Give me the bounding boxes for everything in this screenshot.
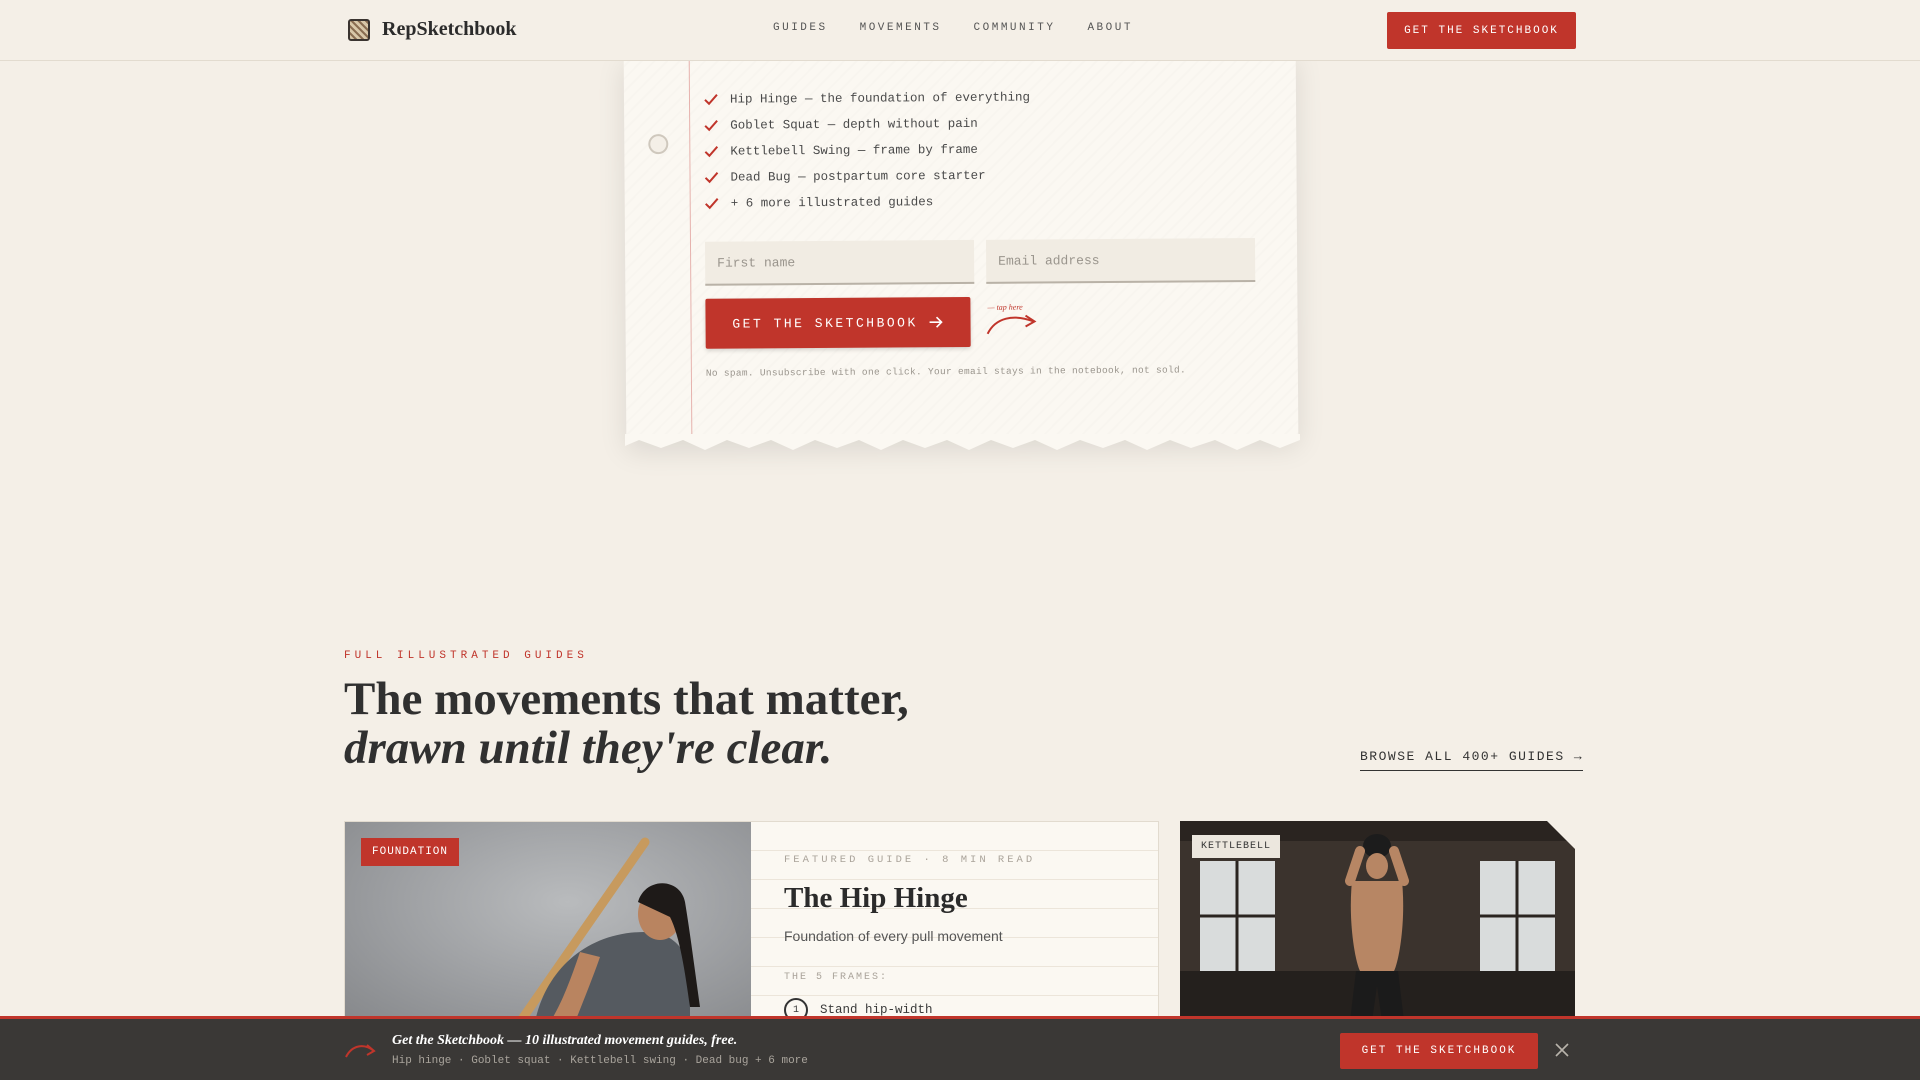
bar-title: Get the Sketchbook — 10 illustrated move… — [392, 1033, 738, 1048]
checklist-item-label: + 6 more illustrated guides — [730, 195, 934, 211]
sketchbook-icon — [348, 18, 370, 41]
top-nav: RepSketchbook GUIDES MOVEMENTS COMMUNITY… — [0, 0, 1920, 61]
get-sketchbook-label: GET THE SKETCHBOOK — [732, 314, 918, 332]
check-icon — [704, 146, 719, 158]
checklist-item-label: Dead Bug — postpartum core starter — [730, 168, 986, 185]
torn-paper-edge — [625, 434, 1300, 450]
close-icon[interactable] — [1554, 1042, 1570, 1058]
curved-arrow-icon — [345, 1044, 376, 1058]
featured-guide-body: FEATURED GUIDE · 8 MIN READ The Hip Hing… — [751, 822, 1158, 1020]
sticky-signup-bar: Get the Sketchbook — 10 illustrated move… — [0, 1016, 1920, 1080]
check-icon — [704, 120, 718, 132]
checklist-item-label: Goblet Squat — depth without pain — [730, 116, 978, 133]
check-icon — [705, 198, 719, 210]
privacy-note: No spam. Unsubscribe with one click. You… — [705, 364, 1187, 379]
hip-hinge-photo: FOUNDATION — [345, 822, 751, 1020]
checklist-item: Dead Bug — postpartum core starter — [704, 163, 1030, 191]
hand-drawn-arrow-icon — [986, 314, 1037, 335]
checklist-item: + 6 more illustrated guides — [705, 189, 1031, 217]
featured-guide-title: The Hip Hinge — [784, 882, 968, 914]
arrow-right-icon — [929, 316, 943, 328]
check-icon — [704, 94, 718, 106]
checklist-item-label: Hip Hinge — the foundation of everything — [729, 90, 1031, 107]
brand-logo[interactable]: RepSketchbook — [348, 18, 516, 41]
nav-link-guides[interactable]: GUIDES — [773, 22, 828, 34]
bar-get-sketchbook-button[interactable]: GET THE SKETCHBOOK — [1340, 1033, 1538, 1069]
foundation-tag: FOUNDATION — [361, 838, 460, 866]
section-eyebrow: FULL ILLUSTRATED GUIDES — [344, 650, 588, 662]
email-field[interactable] — [985, 237, 1256, 284]
first-name-field[interactable] — [704, 239, 975, 286]
brand-name: RepSketchbook — [382, 18, 517, 40]
nav-links: GUIDES MOVEMENTS COMMUNITY ABOUT — [773, 22, 1133, 34]
nav-link-about[interactable]: ABOUT — [1087, 22, 1133, 34]
section-headline-italic: drawn until they're clear. — [344, 722, 833, 774]
guide-checklist: Hip Hinge — the foundation of everything… — [704, 85, 1031, 217]
checklist-item: Hip Hinge — the foundation of everything — [704, 85, 1030, 113]
step-label: Stand hip-width — [820, 1003, 933, 1017]
signup-notebook-card: Hip Hinge — the foundation of everything… — [623, 47, 1299, 440]
section-headline: The movements that matter, — [344, 673, 909, 725]
nav-link-movements[interactable]: MOVEMENTS — [860, 22, 942, 34]
nav-link-community[interactable]: COMMUNITY — [974, 22, 1056, 34]
featured-guide-card[interactable]: FOUNDATION FEATURED GUIDE · 8 MIN READ T… — [344, 821, 1159, 1021]
featured-guide-subtitle: Foundation of every pull movement — [784, 928, 1003, 944]
binder-hole — [648, 134, 669, 155]
checklist-item-label: Kettlebell Swing — frame by frame — [730, 142, 978, 159]
check-icon — [704, 172, 719, 184]
get-sketchbook-button[interactable]: GET THE SKETCHBOOK — [705, 296, 971, 349]
margin-line — [688, 51, 693, 439]
checklist-item: Kettlebell Swing — frame by frame — [704, 137, 1030, 165]
browse-all-guides-link[interactable]: BROWSE ALL 400+ GUIDES → — [1360, 749, 1584, 771]
bar-subtitle: Hip hinge · Goblet squat · Kettlebell sw… — [392, 1055, 808, 1067]
kettlebell-guide-card[interactable]: KETTLEBELL — [1180, 821, 1575, 1021]
featured-guide-meta: FEATURED GUIDE · 8 MIN READ — [784, 854, 1036, 866]
folded-corner — [1547, 821, 1575, 849]
frames-label: THE 5 FRAMES: — [784, 972, 889, 983]
nav-cta-button[interactable]: GET THE SKETCHBOOK — [1387, 12, 1576, 49]
checklist-item: Goblet Squat — depth without pain — [704, 111, 1030, 139]
kettlebell-tag: KETTLEBELL — [1192, 835, 1281, 858]
